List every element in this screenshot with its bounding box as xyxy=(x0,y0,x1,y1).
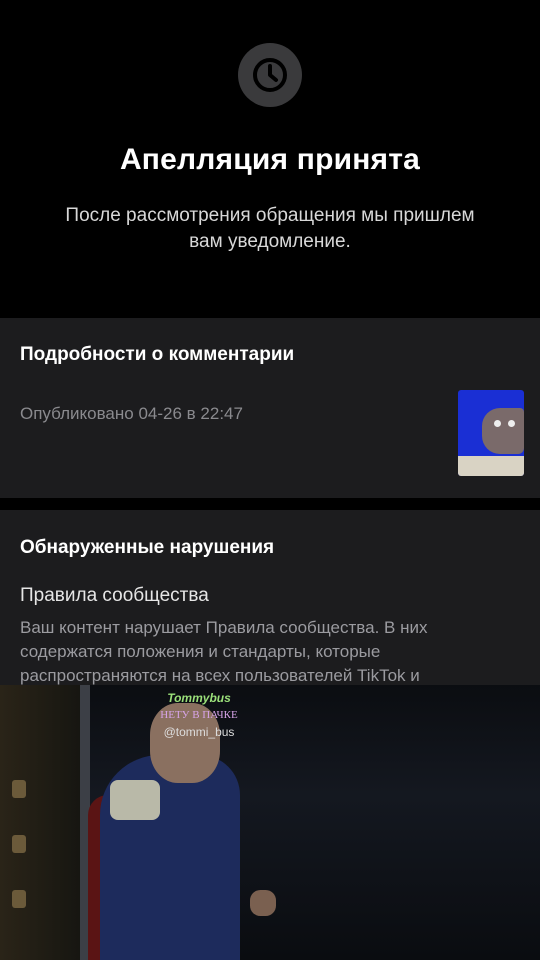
page-title: Апелляция принята xyxy=(119,143,421,176)
background-wall xyxy=(0,685,90,960)
wall-lamp xyxy=(12,835,26,853)
video-overlay xyxy=(0,685,540,960)
watermark-brand: Tommybus xyxy=(167,691,231,705)
rule-description: Ваш контент нарушает Правила сообщества.… xyxy=(20,618,428,685)
comment-details-heading: Подробности о комментарии xyxy=(20,344,295,365)
watermark-user: @tommi_bus xyxy=(163,725,235,739)
rule-title: Правила сообщества xyxy=(20,585,209,606)
clock-icon xyxy=(238,43,302,107)
wall-lamp xyxy=(12,780,26,798)
appeal-header: Апелляция принята После рассмотрения обр… xyxy=(0,0,540,318)
thumbnail-cat-image xyxy=(482,408,524,454)
figure-hand xyxy=(250,890,276,916)
thumbnail-eye-left xyxy=(494,420,501,427)
thumbnail-floor xyxy=(458,456,524,476)
watermark: Tommybus НЕТУ В ПАЧКЕ @tommi_bus xyxy=(134,690,264,741)
violations-heading: Обнаруженные нарушения xyxy=(20,537,275,558)
watermark-tag: НЕТУ В ПАЧКЕ xyxy=(160,709,238,721)
wall-lamp xyxy=(12,890,26,908)
published-timestamp: Опубликовано 04-26 в 22:47 xyxy=(20,404,243,423)
page-subtitle: После рассмотрения обращения мы пришлем … xyxy=(65,205,475,252)
thumbnail-eye-right xyxy=(508,420,515,427)
figure-shoulder-pad xyxy=(110,780,160,820)
video-thumbnail[interactable] xyxy=(458,390,524,476)
